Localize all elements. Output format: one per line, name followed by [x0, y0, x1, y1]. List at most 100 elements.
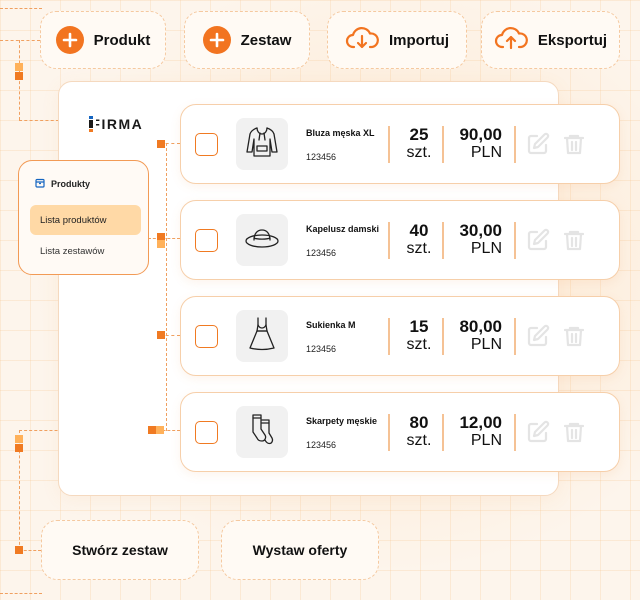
divider — [442, 318, 444, 355]
product-row: Bluza męska XL 123456 25 szt. 90,00 PLN — [180, 104, 620, 184]
socks-icon — [242, 410, 282, 455]
product-code: 123456 — [306, 152, 337, 162]
trash-icon[interactable] — [562, 132, 586, 156]
cloud-upload-icon — [494, 25, 528, 55]
connector-line — [166, 143, 167, 431]
divider — [442, 222, 444, 259]
export-label: Eksportuj — [537, 31, 608, 49]
price-currency: PLN — [470, 240, 502, 257]
create-set-button[interactable]: Stwórz zestaw — [41, 520, 199, 580]
import-label: Importuj — [389, 31, 449, 49]
product-price: 90,00 PLN — [446, 126, 502, 162]
quantity-unit: szt. — [406, 144, 432, 161]
edit-icon[interactable] — [526, 324, 550, 348]
connector-node — [148, 426, 156, 434]
divider — [388, 222, 390, 259]
divider — [514, 126, 516, 163]
plus-icon — [202, 26, 231, 54]
product-price: 30,00 PLN — [446, 222, 502, 258]
product-quantity: 80 szt. — [401, 414, 437, 450]
connector-node — [157, 140, 165, 148]
row-checkbox[interactable] — [195, 133, 218, 156]
price-value: 80,00 — [459, 317, 502, 336]
product-name: Kapelusz damski — [306, 224, 380, 234]
product-code: 123456 — [306, 344, 337, 354]
trash-icon[interactable] — [562, 420, 586, 444]
product-name: Sukienka M — [306, 320, 356, 330]
add-set-label: Zestaw — [240, 31, 292, 49]
sidebar-heading-label: Produkty — [51, 179, 91, 189]
box-icon — [35, 178, 45, 190]
hat-icon — [242, 218, 282, 263]
edit-icon[interactable] — [526, 132, 550, 156]
product-quantity: 25 szt. — [401, 126, 437, 162]
quantity-unit: szt. — [406, 240, 432, 257]
price-currency: PLN — [470, 144, 502, 161]
sidebar-heading: Produkty — [35, 178, 90, 190]
add-product-label: Produkt — [93, 31, 151, 49]
product-thumbnail — [236, 118, 288, 170]
divider — [388, 126, 390, 163]
connector-line — [0, 40, 40, 41]
export-button[interactable]: Eksportuj — [481, 11, 620, 69]
connector-node — [15, 72, 23, 80]
trash-icon[interactable] — [562, 228, 586, 252]
product-quantity: 15 szt. — [401, 318, 437, 354]
product-name: Bluza męska XL — [306, 128, 375, 138]
sidebar-item-product-list[interactable]: Lista produktów — [30, 205, 141, 235]
divider — [442, 414, 444, 451]
quantity-value: 15 — [409, 317, 429, 336]
hoodie-icon — [242, 122, 282, 167]
quantity-unit: szt. — [406, 336, 432, 353]
product-row: Skarpety męskie 123456 80 szt. 12,00 PLN — [180, 392, 620, 472]
connector-line — [0, 593, 42, 594]
divider — [442, 126, 444, 163]
trash-icon[interactable] — [562, 324, 586, 348]
price-value: 12,00 — [459, 413, 502, 432]
divider — [388, 318, 390, 355]
product-price: 12,00 PLN — [446, 414, 502, 450]
connector-node — [15, 444, 23, 452]
edit-icon[interactable] — [526, 420, 550, 444]
connector-line — [0, 8, 42, 9]
add-product-button[interactable]: Produkt — [40, 11, 166, 69]
edit-icon[interactable] — [526, 228, 550, 252]
create-set-label: Stwórz zestaw — [72, 542, 168, 558]
dress-icon — [242, 314, 282, 359]
price-value: 30,00 — [459, 221, 502, 240]
quantity-unit: szt. — [406, 432, 432, 449]
price-currency: PLN — [470, 336, 502, 353]
quantity-value: 80 — [409, 413, 429, 432]
connector-node — [15, 546, 23, 554]
product-quantity: 40 szt. — [401, 222, 437, 258]
connector-line — [19, 120, 59, 121]
publish-offers-button[interactable]: Wystaw oferty — [221, 520, 379, 580]
product-row: Kapelusz damski 123456 40 szt. 30,00 PLN — [180, 200, 620, 280]
row-checkbox[interactable] — [195, 421, 218, 444]
product-code: 123456 — [306, 440, 337, 450]
divider — [514, 222, 516, 259]
price-currency: PLN — [470, 432, 502, 449]
row-checkbox[interactable] — [195, 229, 218, 252]
product-code: 123456 — [306, 248, 337, 258]
quantity-value: 40 — [409, 221, 429, 240]
sidebar: Produkty Lista produktów Lista zestawów — [18, 160, 149, 275]
divider — [514, 414, 516, 451]
row-checkbox[interactable] — [195, 325, 218, 348]
divider — [388, 414, 390, 451]
quantity-value: 25 — [409, 125, 429, 144]
product-thumbnail — [236, 310, 288, 362]
product-price: 80,00 PLN — [446, 318, 502, 354]
sidebar-item-set-list[interactable]: Lista zestawów — [40, 246, 104, 257]
product-row: Sukienka M 123456 15 szt. 80,00 PLN — [180, 296, 620, 376]
connector-node — [157, 240, 165, 248]
connector-node — [157, 331, 165, 339]
product-thumbnail — [236, 214, 288, 266]
product-name: Skarpety męskie — [306, 416, 378, 426]
import-button[interactable]: Importuj — [327, 11, 467, 69]
add-set-button[interactable]: Zestaw — [184, 11, 310, 69]
plus-icon — [55, 26, 84, 54]
publish-offers-label: Wystaw oferty — [252, 542, 348, 558]
price-value: 90,00 — [459, 125, 502, 144]
logo-i-mark — [86, 116, 96, 132]
